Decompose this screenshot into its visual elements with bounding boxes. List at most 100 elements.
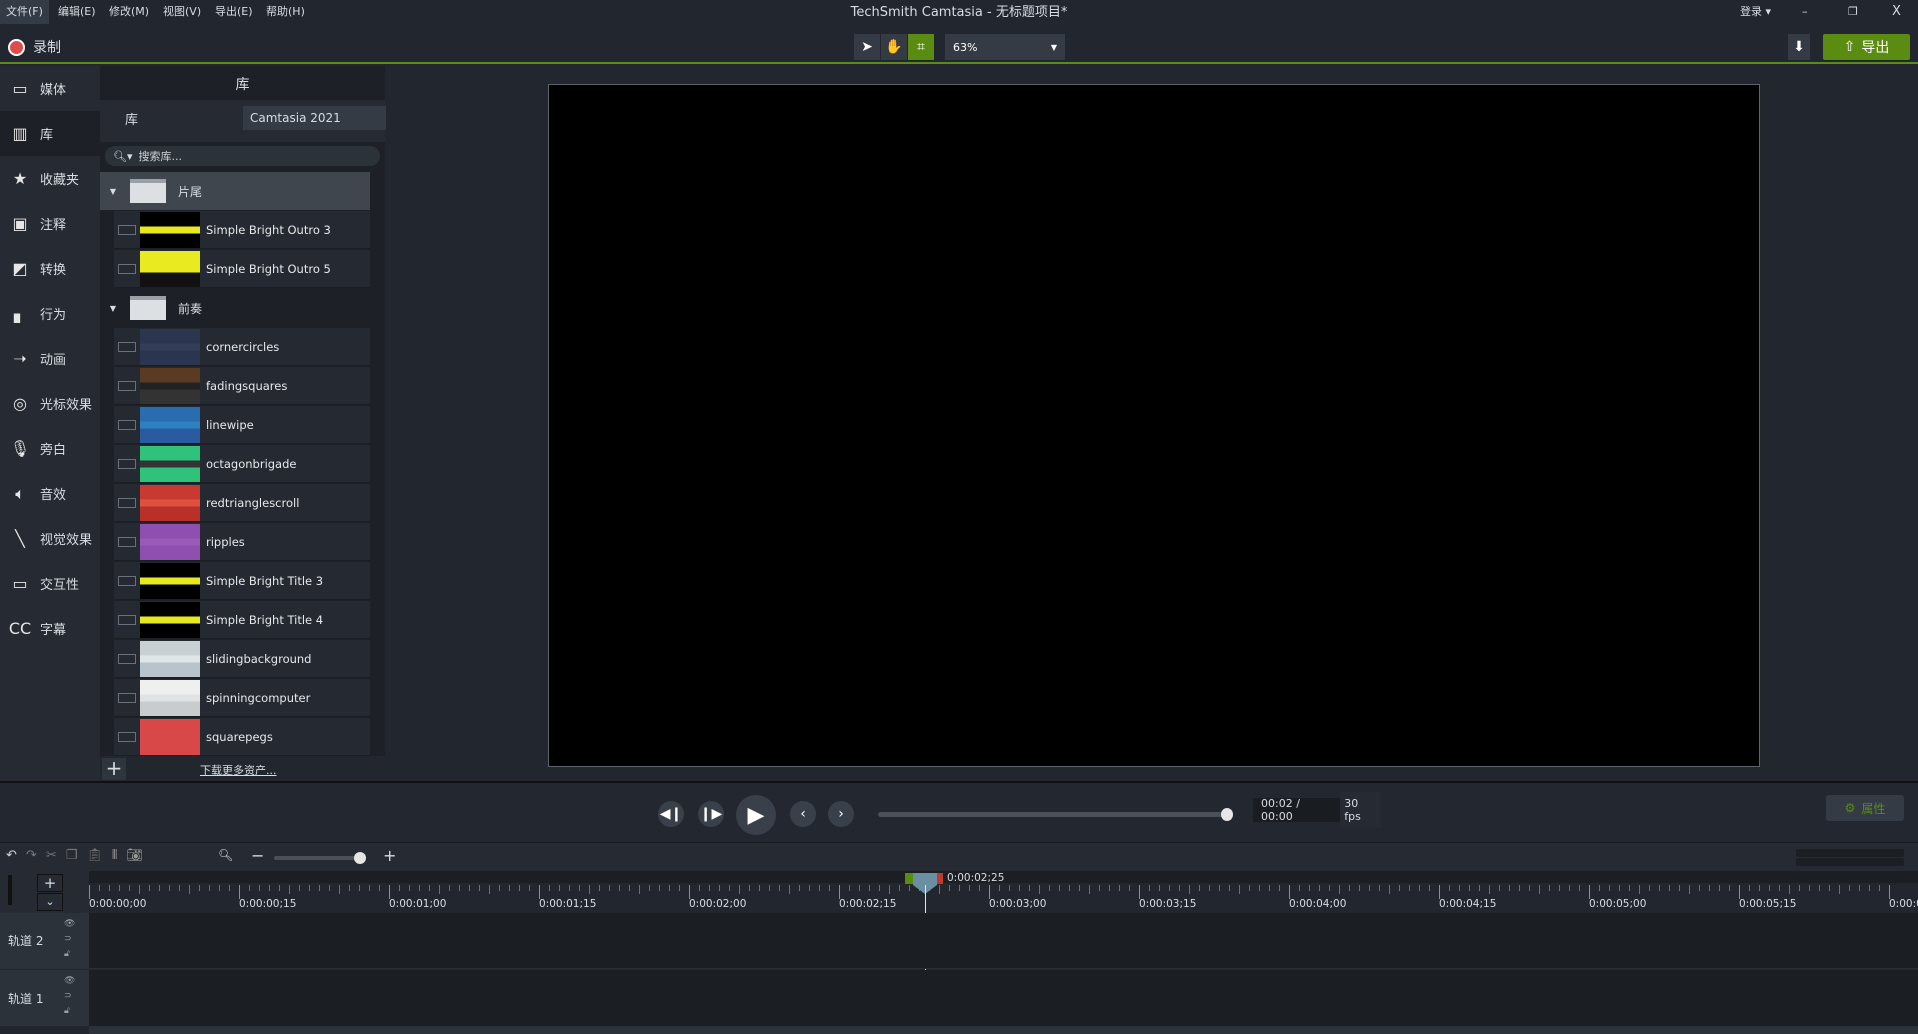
library-item[interactable]: cornercircles	[114, 328, 370, 366]
zoom-out-button[interactable]: −	[251, 846, 264, 865]
sidebar-item-2[interactable]: ★ 收藏夹	[0, 156, 100, 201]
eye-icon[interactable]: 👁︎	[64, 919, 75, 929]
split-icon[interactable]: ⫴	[112, 848, 117, 863]
menu-modify[interactable]: 修改(M)	[103, 0, 155, 24]
track-options-button[interactable]: ⌄	[37, 893, 63, 911]
menu-export[interactable]: 导出(E)	[209, 0, 259, 24]
login-button[interactable]: 登录 ▾	[1734, 0, 1777, 24]
library-item[interactable]: octagonbrigade	[114, 445, 370, 483]
zoom-in-button[interactable]: +	[383, 846, 396, 865]
track-2[interactable]: 轨道 2 👁︎ ⊃ 🔓︎	[0, 913, 1918, 969]
sidebar-item-1[interactable]: ▥ 库	[0, 111, 100, 156]
paste-icon[interactable]: 📋︎	[86, 848, 103, 863]
scrub-bar[interactable]	[878, 808, 1233, 821]
ruler-tick	[449, 885, 450, 891]
asset-thumbnail	[140, 718, 200, 755]
add-asset-button[interactable]: +	[102, 758, 126, 780]
eye-icon[interactable]: 👁︎	[64, 976, 75, 986]
play-button[interactable]: ▶	[736, 795, 776, 835]
library-item[interactable]: spinningcomputer	[114, 679, 370, 717]
caret-down-icon[interactable]: ▼	[100, 304, 126, 313]
ruler-tick	[1799, 885, 1800, 891]
hand-icon: ✋	[885, 39, 903, 55]
magnet-icon[interactable]: ⊃	[64, 934, 72, 944]
ruler-tick	[1409, 885, 1410, 891]
select-tool-button[interactable]: ➤	[854, 34, 880, 60]
menu-bar: TechSmith Camtasia - 无标题项目* 文件(F) 编辑(E) …	[0, 0, 1918, 24]
zoom-select[interactable]: 63% ▼	[945, 34, 1065, 60]
sidebar-item-9[interactable]: 🔈︎ 音效	[0, 471, 100, 516]
sidebar-item-4[interactable]: ◩ 转换	[0, 246, 100, 291]
restore-button[interactable]: ❐	[1842, 0, 1864, 24]
next-marker-button[interactable]: ›	[828, 801, 854, 827]
scrub-handle[interactable]	[1221, 808, 1233, 821]
library-search-input[interactable]: 🔍︎▾ 搜索库...	[105, 146, 380, 166]
magnet-icon[interactable]: ⊃	[64, 991, 72, 1001]
snapshot-icon[interactable]: 📷︎	[126, 848, 143, 863]
export-button[interactable]: ⇧ 导出	[1823, 34, 1910, 60]
library-item[interactable]: Simple Bright Outro 5	[114, 250, 370, 288]
sidebar-item-10[interactable]: ╲ 视觉效果	[0, 516, 100, 561]
next-frame-button[interactable]: ❙▶	[698, 801, 724, 827]
crop-tool-button[interactable]: ⌗	[908, 34, 934, 60]
close-button[interactable]: X	[1886, 0, 1907, 24]
library-item[interactable]: linewipe	[114, 406, 370, 444]
download-button[interactable]: ⬇	[1788, 34, 1810, 60]
sidebar-item-12[interactable]: CC 字幕	[0, 606, 100, 651]
library-item[interactable]: slidingbackground	[114, 640, 370, 678]
redo-icon[interactable]: ↷	[26, 848, 37, 863]
library-item[interactable]: Simple Bright Title 4	[114, 601, 370, 639]
previous-marker-button[interactable]: ‹	[790, 801, 816, 827]
preview-canvas[interactable]	[548, 84, 1760, 767]
caret-down-icon[interactable]: ▼	[100, 187, 126, 196]
sidebar-item-8[interactable]: 🎙︎ 旁白	[0, 426, 100, 471]
minimize-button[interactable]: –	[1796, 0, 1814, 24]
add-track-button[interactable]: +	[37, 874, 63, 892]
menu-view[interactable]: 视图(V)	[157, 0, 207, 24]
ruler-tick	[1059, 885, 1060, 891]
ruler-tick	[469, 885, 470, 891]
lock-icon[interactable]: 🔓︎	[64, 1006, 70, 1016]
ruler-tick	[1479, 885, 1480, 891]
ruler-tick	[1039, 885, 1040, 894]
timeline-zoom-slider[interactable]	[274, 852, 366, 864]
record-button[interactable]: 录制	[8, 37, 61, 57]
library-item[interactable]: Simple Bright Outro 3	[114, 211, 370, 249]
library-item[interactable]: fadingsquares	[114, 367, 370, 405]
track-1[interactable]: 轨道 1 👁︎ ⊃ 🔓︎	[0, 970, 1918, 1026]
library-item[interactable]: ripples	[114, 523, 370, 561]
library-item[interactable]: Simple Bright Title 3	[114, 562, 370, 600]
download-more-link[interactable]: 下载更多资产...	[200, 762, 277, 778]
library-item[interactable]: squarepegs	[114, 718, 370, 756]
zoom-slider-handle[interactable]	[354, 852, 366, 864]
ruler-tick	[1729, 885, 1730, 891]
ruler-tick	[1809, 885, 1810, 891]
ruler-tick	[1349, 885, 1350, 891]
sidebar-item-label: 转换	[40, 263, 67, 278]
library-item[interactable]: redtrianglescroll	[114, 484, 370, 522]
library-folder[interactable]: ▼ 片尾	[100, 172, 370, 210]
menu-help[interactable]: 帮助(H)	[260, 0, 311, 24]
sidebar-item-7[interactable]: ◎ 光标效果	[0, 381, 100, 426]
ruler-tick	[299, 885, 300, 891]
cut-icon[interactable]: ✂	[46, 848, 57, 863]
menu-file[interactable]: 文件(F)	[0, 0, 49, 24]
sidebar-item-6[interactable]: ➝ 动画	[0, 336, 100, 381]
sidebar-item-11[interactable]: ▭ 交互性	[0, 561, 100, 606]
menu-edit[interactable]: 编辑(E)	[52, 0, 102, 24]
timeline-scrollbar[interactable]	[89, 1026, 1918, 1034]
undo-icon[interactable]: ↶	[6, 848, 17, 863]
copy-icon[interactable]: ❐	[66, 848, 78, 863]
sidebar-item-0[interactable]: ▭ 媒体	[0, 66, 100, 111]
previous-frame-button[interactable]: ◀❙	[658, 801, 684, 827]
library-folder[interactable]: ▼ 前奏	[100, 289, 370, 327]
properties-button[interactable]: ⚙ 属性	[1826, 795, 1904, 821]
sidebar-item-5[interactable]: ▖ 行为	[0, 291, 100, 336]
ruler-tick	[129, 885, 130, 891]
pan-tool-button[interactable]: ✋	[881, 34, 907, 60]
track-height-slider[interactable]	[8, 875, 12, 905]
lock-icon[interactable]: 🔓︎	[64, 949, 70, 959]
ruler-tick	[899, 885, 900, 891]
sidebar-item-3[interactable]: ▣ 注释	[0, 201, 100, 246]
ruler-tick	[1699, 885, 1700, 891]
